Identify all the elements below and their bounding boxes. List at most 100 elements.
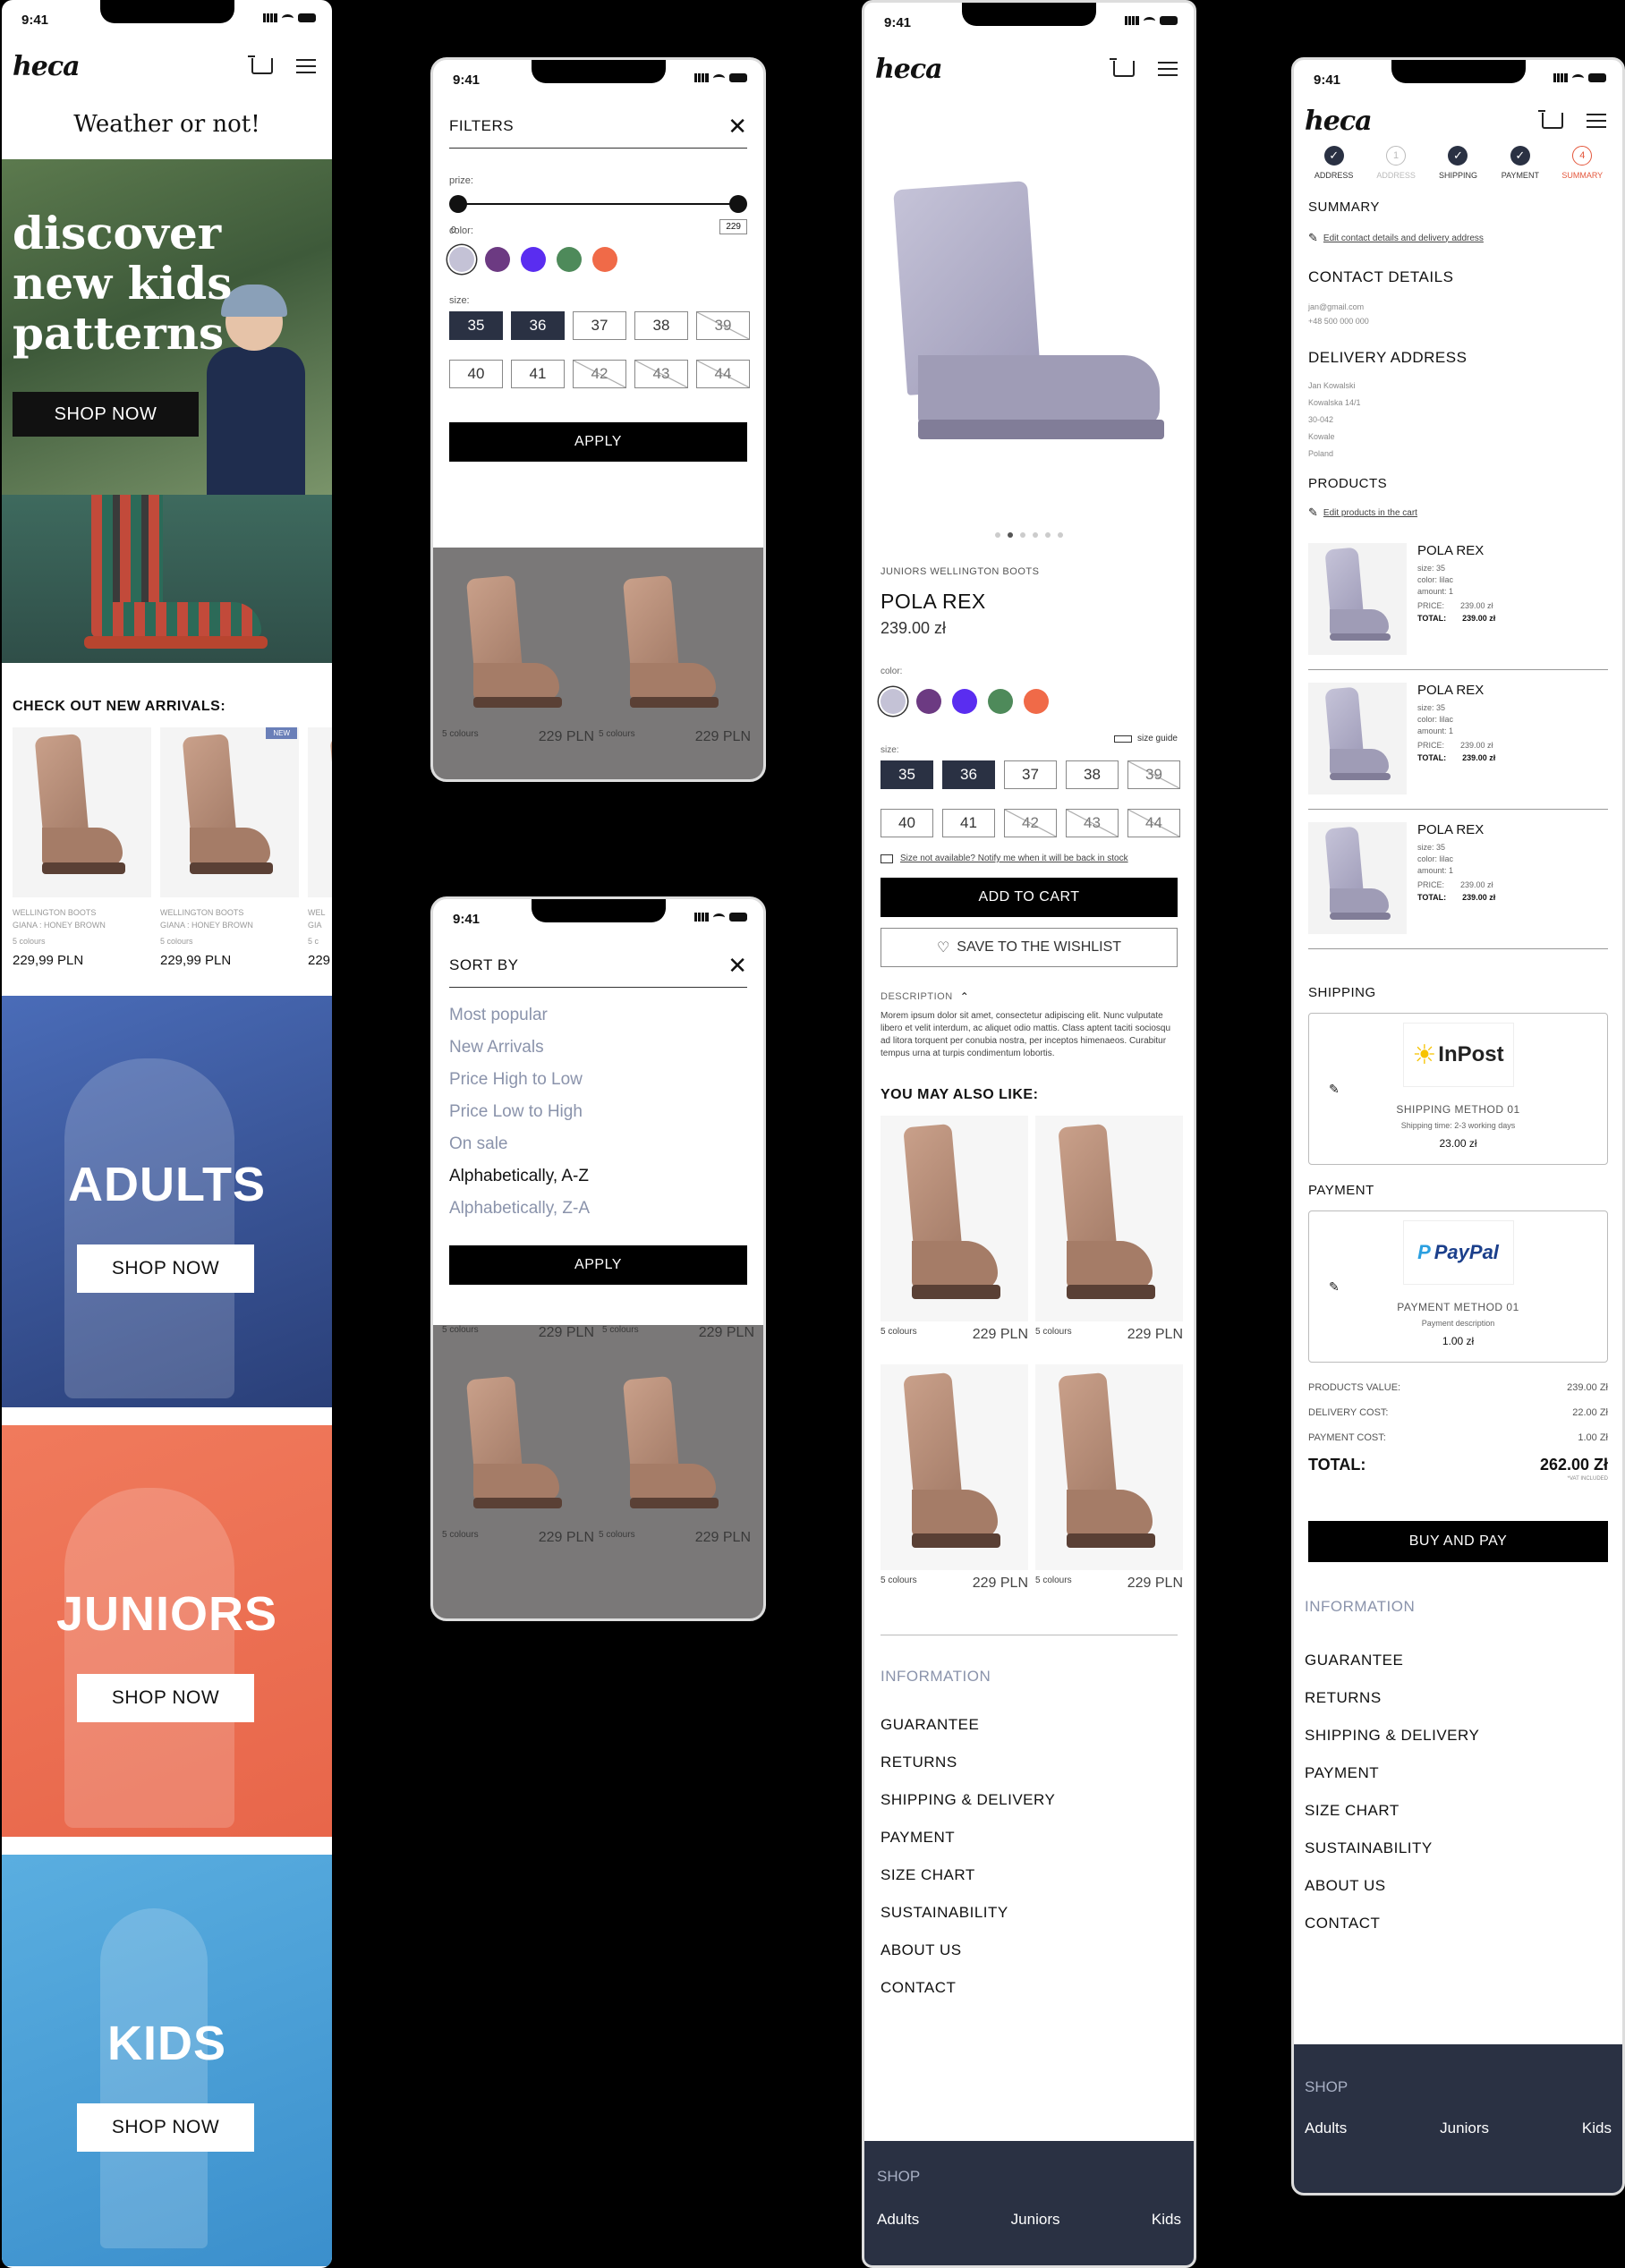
cart-icon[interactable]	[248, 55, 273, 74]
size-option[interactable]: 41	[942, 809, 995, 837]
size-option[interactable]: 40	[881, 809, 933, 837]
footer-link[interactable]: PAYMENT	[881, 1829, 1178, 1847]
wishlist-button[interactable]: ♡ SAVE TO THE WISHLIST	[881, 928, 1178, 967]
carousel-dot[interactable]	[1045, 532, 1051, 538]
close-icon[interactable]: ✕	[727, 954, 747, 977]
size-option[interactable]: 43	[1066, 809, 1119, 837]
edit-contact-link[interactable]: Edit contact details and delivery addres…	[1323, 234, 1484, 243]
footer-link[interactable]: SHIPPING & DELIVERY	[881, 1791, 1178, 1809]
sort-option[interactable]: Alphabetically, Z-A	[449, 1199, 747, 1219]
footer-link[interactable]: SHIPPING & DELIVERY	[1305, 1727, 1608, 1745]
footer-link[interactable]: GUARANTEE	[881, 1716, 1178, 1734]
product-card[interactable]: WEL GIA 5 c 229	[308, 727, 332, 968]
product-card[interactable]: 5 colours 229 PLN	[881, 1116, 1028, 1343]
pencil-icon[interactable]: ✎	[1308, 505, 1318, 520]
carousel-dot[interactable]	[995, 532, 1000, 538]
footer-link[interactable]: PAYMENT	[1305, 1764, 1608, 1782]
checkout-step[interactable]: 1 ADDRESS	[1369, 146, 1423, 180]
cart-icon[interactable]	[1538, 110, 1563, 129]
size-option[interactable]: 39	[696, 311, 750, 340]
size-option[interactable]: 38	[634, 311, 688, 340]
logo[interactable]: heca	[875, 54, 943, 85]
footer-link[interactable]: CONTACT	[1305, 1915, 1608, 1932]
footer-link[interactable]: SIZE CHART	[881, 1866, 1178, 1884]
banner-shop-button[interactable]: SHOP NOW	[77, 1674, 254, 1722]
color-swatch[interactable]	[557, 247, 582, 272]
size-option[interactable]: 36	[942, 760, 995, 789]
shop-link[interactable]: Juniors	[1440, 2119, 1489, 2137]
chevron-up-icon[interactable]: ⌃	[960, 990, 969, 1003]
size-option[interactable]: 44	[1127, 809, 1180, 837]
pencil-icon[interactable]: ✎	[1329, 1279, 1340, 1295]
payment-card[interactable]: ✎ P PayPal PAYMENT METHOD 01 Payment desc…	[1308, 1210, 1608, 1363]
shop-link[interactable]: Kids	[1582, 2119, 1612, 2137]
size-option[interactable]: 42	[573, 360, 626, 388]
sort-option[interactable]: Alphabetically, A-Z	[449, 1167, 747, 1186]
shop-link[interactable]: Adults	[1305, 2119, 1347, 2137]
banner-shop-button[interactable]: SHOP NOW	[77, 2103, 254, 2152]
price-max-field[interactable]: 229	[719, 219, 747, 234]
size-option[interactable]: 37	[1004, 760, 1057, 789]
checkout-step[interactable]: ✓ SHIPPING	[1431, 146, 1485, 180]
notify-link[interactable]: Size not available? Notify me when it wi…	[900, 854, 1128, 863]
size-option[interactable]: 43	[634, 360, 688, 388]
hero-shop-button[interactable]: SHOP NOW	[13, 392, 199, 437]
checkout-step[interactable]: ✓ PAYMENT	[1493, 146, 1547, 180]
size-option[interactable]: 36	[511, 311, 565, 340]
footer-link[interactable]: ABOUT US	[1305, 1877, 1608, 1895]
size-option[interactable]: 40	[449, 360, 503, 388]
color-swatch[interactable]	[952, 689, 977, 714]
shop-link[interactable]: Juniors	[1011, 2211, 1060, 2229]
carousel-dot[interactable]	[1008, 532, 1013, 538]
slider-min-handle[interactable]	[449, 195, 467, 213]
banner-shop-button[interactable]: SHOP NOW	[77, 1244, 254, 1293]
product-card[interactable]: 5 colours 229 PLN	[1035, 1116, 1183, 1343]
category-banner[interactable]: JUNIORS SHOP NOW	[2, 1425, 332, 1837]
price-min-field[interactable]: 0	[451, 225, 456, 235]
product-image[interactable]	[864, 96, 1194, 538]
sort-option[interactable]: Most popular	[449, 1006, 747, 1025]
menu-icon[interactable]	[1158, 62, 1178, 76]
size-guide-link[interactable]: size guide	[1137, 734, 1178, 743]
carousel-dot[interactable]	[1058, 532, 1063, 538]
apply-button[interactable]: APPLY	[449, 422, 747, 462]
logo[interactable]: heca	[1305, 106, 1373, 137]
carousel-dot[interactable]	[1033, 532, 1038, 538]
footer-link[interactable]: SUSTAINABILITY	[881, 1904, 1178, 1922]
slider-max-handle[interactable]	[729, 195, 747, 213]
checkout-step[interactable]: ✓ ADDRESS	[1307, 146, 1361, 180]
sort-option[interactable]: Price High to Low	[449, 1070, 747, 1090]
product-card[interactable]: NEW WELLINGTON BOOTS GIANA : HONEY BROWN 5 …	[160, 727, 299, 968]
product-card[interactable]: WELLINGTON BOOTS GIANA : HONEY BROWN 5 col…	[13, 727, 151, 968]
shop-link[interactable]: Kids	[1152, 2211, 1181, 2229]
category-banner[interactable]: ADULTS SHOP NOW	[2, 996, 332, 1407]
carousel-dot[interactable]	[1020, 532, 1025, 538]
footer-link[interactable]: CONTACT	[881, 1979, 1178, 1997]
sort-option[interactable]: Price Low to High	[449, 1102, 747, 1122]
footer-link[interactable]: ABOUT US	[881, 1941, 1178, 1959]
price-slider[interactable]	[449, 193, 747, 215]
footer-link[interactable]: RETURNS	[881, 1754, 1178, 1771]
edit-products-link[interactable]: Edit products in the cart	[1323, 508, 1417, 518]
color-swatch[interactable]	[988, 689, 1013, 714]
pencil-icon[interactable]: ✎	[1329, 1082, 1340, 1097]
size-option[interactable]: 38	[1066, 760, 1119, 789]
close-icon[interactable]: ✕	[727, 115, 747, 138]
footer-link[interactable]: RETURNS	[1305, 1689, 1608, 1707]
apply-button[interactable]: APPLY	[449, 1245, 747, 1285]
ruler-icon[interactable]	[1113, 735, 1132, 743]
size-option[interactable]: 41	[511, 360, 565, 388]
product-card[interactable]: 5 colours 229 PLN	[881, 1364, 1028, 1592]
color-swatch[interactable]	[449, 247, 474, 272]
checkout-step[interactable]: 4 SUMMARY	[1555, 146, 1609, 180]
size-option[interactable]: 37	[573, 311, 626, 340]
sort-option[interactable]: New Arrivals	[449, 1038, 747, 1058]
sort-option[interactable]: On sale	[449, 1134, 747, 1154]
footer-link[interactable]: SIZE CHART	[1305, 1802, 1608, 1820]
description-toggle[interactable]: DESCRIPTION	[881, 991, 953, 1002]
boot-banner[interactable]	[2, 495, 332, 663]
shop-link[interactable]: Adults	[877, 2211, 919, 2229]
color-swatch[interactable]	[916, 689, 941, 714]
color-swatch[interactable]	[1024, 689, 1049, 714]
size-option[interactable]: 42	[1004, 809, 1057, 837]
